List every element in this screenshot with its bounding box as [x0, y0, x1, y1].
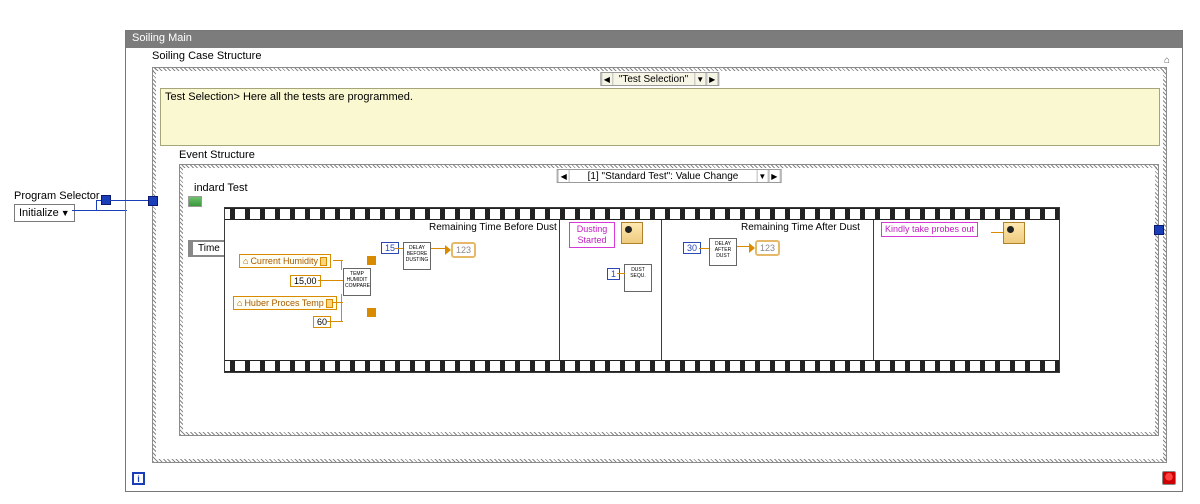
constant-dustseq[interactable]: 1: [607, 268, 620, 280]
seq-pane-4: Kindly take probes out: [873, 220, 1059, 360]
wire: [110, 200, 148, 201]
case-structure: Soiling Case Structure ◀ "Test Selection…: [152, 53, 1167, 463]
seq-pane-2: Dusting Started 1 DUST SEQU.: [559, 220, 661, 360]
indicator-before-dust: 123: [445, 242, 476, 258]
case-prev-icon[interactable]: ◀: [601, 73, 613, 85]
event-time-terminal: Time: [188, 240, 227, 257]
window-titlebar: Soiling Main: [126, 31, 1182, 48]
dialog-icon[interactable]: [621, 222, 643, 244]
chevron-down-icon[interactable]: ▼: [61, 208, 70, 218]
case-comment: Test Selection> Here all the tests are p…: [160, 88, 1160, 146]
subvi-delay-before[interactable]: DELAY BEFORE DUSTING: [403, 242, 431, 270]
subvi-dust-seq[interactable]: DUST SEQU.: [624, 264, 652, 292]
wire: [96, 200, 97, 210]
event-structure: Event Structure ◀ [1] "Standard Test": V…: [179, 151, 1159, 441]
seq-pane-1: ⌂ Current Humidity 15,00 ⌂ Huber Proces …: [225, 220, 559, 360]
loop-stop-terminal[interactable]: [1162, 471, 1176, 485]
event-sublabel: indard Test: [194, 182, 248, 194]
event-next-icon[interactable]: ▶: [768, 170, 780, 182]
dialog-label-dusting: Dusting Started: [569, 222, 615, 248]
subvi-compare[interactable]: TEMP HUMIDIT COMPARE: [343, 268, 371, 296]
event-prev-icon[interactable]: ◀: [558, 170, 570, 182]
event-frame: ◀ [1] "Standard Test": Value Change ▼ ▶ …: [179, 164, 1159, 436]
case-selector[interactable]: ◀ "Test Selection" ▼ ▶: [600, 72, 719, 86]
wire: [431, 248, 446, 249]
indicator-value: 123: [451, 242, 476, 258]
subvi-delay-after[interactable]: DELAY AFTER DUST: [709, 238, 737, 266]
main-window: Soiling Main Soiling Case Structure ◀ "T…: [125, 30, 1183, 492]
case-frame: ◀ "Test Selection" ▼ ▶ Test Selection> H…: [152, 67, 1167, 463]
constant-humidity[interactable]: 15,00: [290, 275, 321, 287]
dialog-label-probes: Kindly take probes out: [881, 222, 978, 237]
event-source-terminal: [188, 196, 202, 207]
case-structure-label: Soiling Case Structure: [152, 50, 261, 62]
indicator-label-before: Remaining Time Before Dust: [429, 222, 557, 233]
seq-pane-3: Remaining Time After Dust 30 DELAY AFTER…: [661, 220, 873, 360]
indicator-value: 123: [755, 240, 780, 256]
case-next-icon[interactable]: ▶: [706, 73, 718, 85]
wire: [699, 248, 709, 249]
program-selector-control[interactable]: Initialize ▼: [14, 204, 75, 222]
property-label: Huber Proces Temp: [244, 298, 323, 308]
wire: [991, 232, 1003, 233]
home-icon: ⌂: [1164, 55, 1176, 67]
flat-sequence: ⌂ Current Humidity 15,00 ⌂ Huber Proces …: [224, 207, 1060, 373]
film-strip-bot: [225, 360, 1059, 372]
wire: [395, 248, 403, 249]
prop-terminal-icon: [320, 257, 327, 266]
tunnel: [367, 256, 376, 265]
dialog-icon[interactable]: [1003, 222, 1025, 244]
prop-terminal-icon: [326, 299, 333, 308]
wire: [318, 280, 343, 281]
property-node-humidity[interactable]: ⌂ Current Humidity: [239, 254, 331, 268]
indicator-label-after: Remaining Time After Dust: [741, 222, 860, 233]
program-selector-label: Program Selector: [14, 190, 100, 202]
home-icon: ⌂: [237, 298, 242, 308]
wire: [72, 210, 127, 211]
event-structure-label: Event Structure: [179, 149, 255, 161]
event-selector-text[interactable]: [1] "Standard Test": Value Change: [570, 171, 757, 182]
case-selector-text[interactable]: "Test Selection": [613, 74, 694, 85]
chevron-down-icon[interactable]: ▼: [756, 170, 768, 182]
tunnel-output: [1154, 225, 1164, 235]
loop-iteration-terminal: i: [132, 472, 145, 485]
home-icon: ⌂: [243, 256, 248, 266]
property-node-temp[interactable]: ⌂ Huber Proces Temp: [233, 296, 337, 310]
indicator-after-dust: 123: [749, 240, 780, 256]
chevron-down-icon[interactable]: ▼: [694, 73, 706, 85]
wire: [617, 273, 625, 274]
event-selector[interactable]: ◀ [1] "Standard Test": Value Change ▼ ▶: [557, 169, 782, 183]
case-tunnel: [148, 196, 158, 206]
tunnel: [367, 308, 376, 317]
film-strip-top: [225, 208, 1059, 220]
program-selector-value: Initialize: [19, 207, 59, 219]
property-label: Current Humidity: [250, 256, 318, 266]
wire: [341, 260, 342, 270]
wire: [341, 296, 342, 322]
constant-temp[interactable]: 60: [313, 316, 331, 328]
